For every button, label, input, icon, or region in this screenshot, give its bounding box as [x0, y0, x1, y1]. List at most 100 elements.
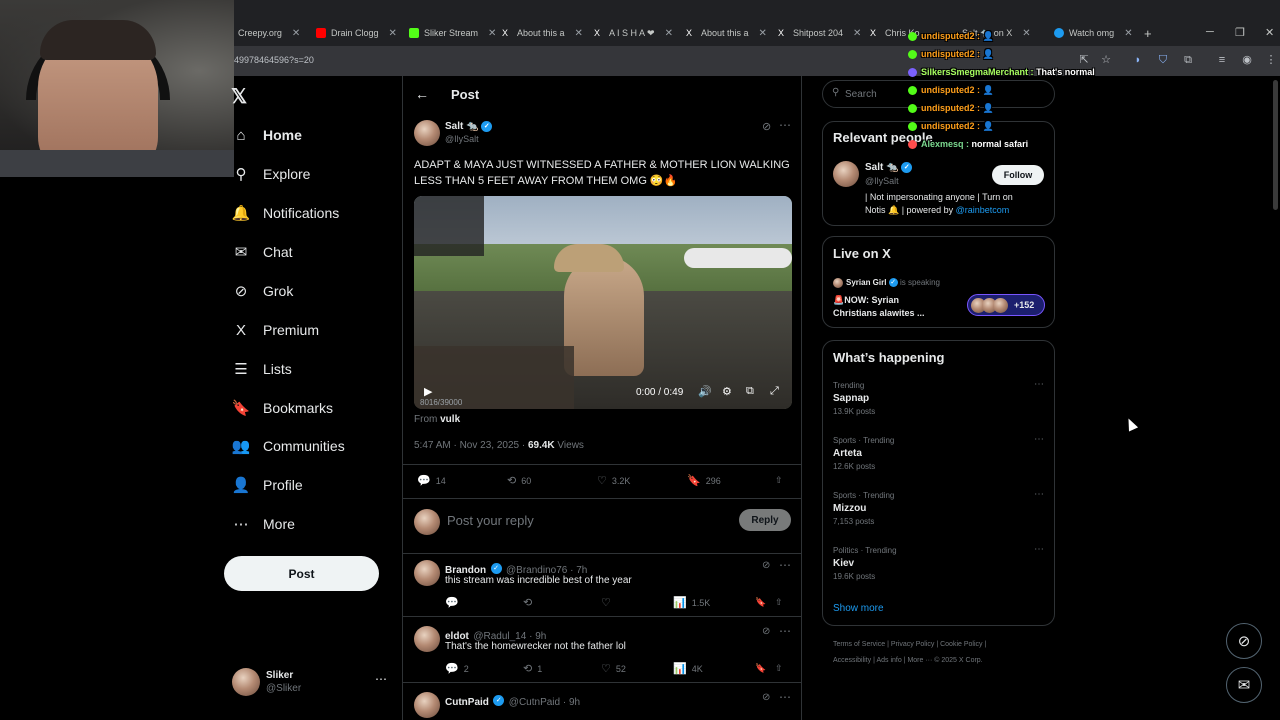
share-icon[interactable]: ⇧ [775, 596, 783, 609]
kebab-menu-icon[interactable]: ⋮ [1264, 53, 1278, 67]
live-title-line1[interactable]: 🚨NOW: Syrian [833, 295, 899, 306]
shield-icon[interactable]: ⛉ [1156, 53, 1170, 67]
close-icon[interactable]: ✕ [488, 28, 496, 39]
close-icon[interactable]: ✕ [1022, 28, 1030, 39]
repost-action[interactable]: ⟲ 60 [507, 474, 597, 487]
close-icon[interactable]: ✕ [389, 28, 397, 39]
puzzle-icon[interactable]: ⧉ [1181, 53, 1195, 67]
fullscreen-icon[interactable]: ⤢ [770, 385, 779, 398]
browser-tab[interactable]: Sliker Stream ✕ [409, 22, 496, 44]
like-action[interactable]: ♡ 52 [601, 662, 673, 675]
more-icon[interactable]: ⋯ [779, 624, 791, 638]
share-icon[interactable]: ⇧ [775, 662, 783, 675]
more-icon[interactable]: ⋯ [779, 118, 791, 132]
like-action[interactable]: ♡ 3.2K [597, 474, 687, 487]
nav-item-home[interactable]: ⌂ Home [232, 120, 301, 150]
footer-links-row2[interactable]: Accessibility | Ads info | More ··· © 20… [833, 657, 983, 664]
more-icon[interactable]: ⋯ [375, 672, 387, 686]
nav-item-lists[interactable]: ☰ Lists [232, 354, 292, 384]
reply-input[interactable]: Post your reply [447, 513, 534, 528]
nav-item-profile[interactable]: 👤 Profile [232, 470, 303, 500]
settings-icon[interactable]: ⚙ [722, 385, 732, 398]
nav-item-more[interactable]: ⋯ More [232, 509, 295, 539]
repost-action[interactable]: ⟲ [523, 596, 601, 609]
nav-item-grok[interactable]: ⊘ Grok [232, 276, 294, 306]
close-icon[interactable]: ✕ [759, 28, 767, 39]
reply-action[interactable]: 💬 2 [445, 662, 523, 675]
more-icon[interactable]: ⋯ [1034, 434, 1044, 445]
search-input[interactable]: Search [845, 89, 877, 100]
author-handle[interactable]: @IlySalt [445, 134, 479, 144]
pip-icon[interactable]: ⧉ [746, 385, 754, 398]
reply-author-name[interactable]: CutnPaid [445, 697, 489, 708]
account-switcher[interactable]: Sliker @Sliker ⋯ [232, 668, 392, 698]
avatar[interactable] [833, 161, 859, 187]
post-button[interactable]: Post [224, 556, 379, 591]
person-handle[interactable]: @IlySalt [865, 176, 899, 186]
footer-links-row1[interactable]: Terms of Service | Privacy Policy | Cook… [833, 641, 986, 648]
close-icon[interactable]: ✕ [292, 28, 300, 39]
window-close-icon[interactable]: ✕ [1265, 26, 1274, 39]
author-avatar[interactable] [414, 120, 440, 146]
restore-icon[interactable]: ❐ [1235, 26, 1245, 39]
browser-tab[interactable]: X Shitpost 204 ✕ [778, 22, 861, 44]
browser-tab[interactable]: X About this a ✕ [686, 22, 767, 44]
grok-icon[interactable]: ⊘ [762, 626, 770, 637]
grok-icon[interactable]: ⊘ [762, 692, 770, 703]
views-action[interactable]: 📊 1.5K [673, 596, 755, 609]
video-player[interactable]: 8016/39000 ▶ 0:00 / 0:49 🔊 ⚙ ⧉ ⤢ [414, 196, 792, 409]
more-icon[interactable]: ⋯ [1034, 544, 1044, 555]
new-tab-icon[interactable]: + [1144, 22, 1152, 44]
nav-item-bookmarks[interactable]: 🔖 Bookmarks [232, 393, 333, 423]
browser-tab[interactable]: X A I S H A ❤ ✕ [594, 22, 673, 44]
more-icon[interactable]: ⋯ [1034, 489, 1044, 500]
messages-icon[interactable]: ✉ [1226, 667, 1262, 703]
nav-item-chat[interactable]: ✉ Chat [232, 237, 293, 267]
browser-tab[interactable]: Creepy.org ✕ [238, 22, 300, 44]
show-more-link[interactable]: Show more [833, 603, 884, 614]
back-arrow-icon[interactable]: ← [415, 86, 429, 102]
live-title-line2[interactable]: Christians alawites ... [833, 308, 925, 318]
repost-action[interactable]: ⟲ 1 [523, 662, 601, 675]
reply-action[interactable]: 💬 [445, 596, 523, 609]
trend-item[interactable]: Trending Sapnap 13.9K posts ⋯ [833, 379, 1048, 416]
avatar[interactable] [414, 692, 440, 718]
bio-link[interactable]: @rainbetcom [956, 205, 1010, 215]
install-icon[interactable]: ⇱ [1077, 53, 1091, 67]
browser-tab[interactable]: Watch omg ✕ [1054, 22, 1133, 44]
more-icon[interactable]: ⋯ [779, 558, 791, 572]
nav-item-explore[interactable]: ⚲ Explore [232, 159, 311, 189]
nav-item-premium[interactable]: X Premium [232, 315, 319, 345]
star-icon[interactable]: ☆ [1099, 53, 1113, 67]
person-name-row[interactable]: Salt 🐀 ✓ [865, 162, 913, 173]
media-icon[interactable]: ≡ [1215, 53, 1229, 67]
minimize-icon[interactable]: ─ [1206, 26, 1214, 38]
trend-item[interactable]: Sports · Trending Arteta 12.6K posts ⋯ [833, 434, 1048, 471]
close-icon[interactable]: ✕ [1124, 28, 1132, 39]
profile-icon[interactable]: ◉ [1240, 53, 1254, 67]
browser-tab[interactable]: Drain Clogg ✕ [316, 22, 397, 44]
author-name-row[interactable]: Salt 🐀 ✓ [445, 121, 493, 132]
grok-icon[interactable]: ⊘ [762, 120, 771, 133]
close-icon[interactable]: ✕ [665, 28, 673, 39]
from-source-link[interactable]: vulk [440, 414, 460, 425]
volume-icon[interactable]: 🔊 [698, 385, 712, 398]
close-icon[interactable]: ✕ [853, 28, 861, 39]
nav-item-notifications[interactable]: 🔔 Notifications [232, 198, 340, 228]
share-icon[interactable]: ⇧ [775, 474, 783, 487]
trend-item[interactable]: Politics · Trending Kiev 19.6K posts ⋯ [833, 544, 1048, 581]
reply-action[interactable]: 💬 14 [417, 474, 507, 487]
follow-button[interactable]: Follow [992, 165, 1044, 185]
more-icon[interactable]: ⋯ [1034, 379, 1044, 390]
bookmark-icon[interactable]: 🔖 [755, 596, 775, 609]
views-action[interactable]: 📊 4K [673, 662, 755, 675]
grok-icon[interactable]: ⊘ [762, 560, 770, 571]
avatar[interactable] [414, 560, 440, 586]
play-icon[interactable]: ▶ [424, 385, 432, 398]
like-action[interactable]: ♡ [601, 596, 673, 609]
post-timestamp[interactable]: 5:47 AM · Nov 23, 2025 · [414, 440, 525, 451]
nav-item-communities[interactable]: 👥 Communities [232, 431, 345, 461]
listeners-pill[interactable]: +152 [967, 294, 1045, 316]
more-icon[interactable]: ⋯ [779, 690, 791, 704]
extension-icon[interactable]: ◗ [1131, 53, 1145, 67]
